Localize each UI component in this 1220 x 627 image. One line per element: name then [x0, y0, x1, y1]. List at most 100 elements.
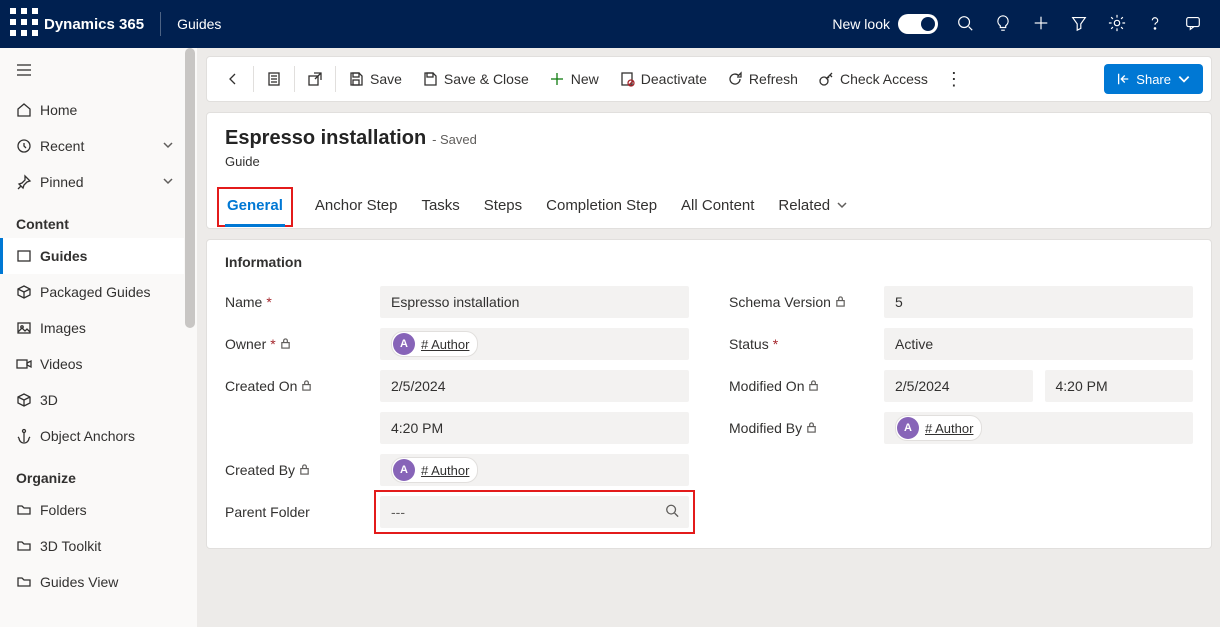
sidebar-item-packaged[interactable]: Packaged Guides: [0, 274, 184, 310]
filter-icon[interactable]: [1060, 14, 1098, 35]
modified-by-chip[interactable]: A# Author: [895, 415, 982, 441]
video-icon: [16, 356, 40, 372]
toggle-icon[interactable]: [898, 14, 938, 34]
created-on-time[interactable]: 4:20 PM: [380, 412, 689, 444]
save-close-button[interactable]: Save & Close: [412, 56, 539, 102]
new-look-toggle[interactable]: New look: [824, 14, 946, 34]
folder-icon: [16, 538, 40, 554]
tab-anchor-step[interactable]: Anchor Step: [313, 187, 400, 227]
modified-on-date[interactable]: 2/5/2024: [884, 370, 1033, 402]
tab-related[interactable]: Related: [776, 187, 850, 227]
record-save-state: - Saved: [432, 132, 477, 147]
pin-icon: [16, 174, 40, 190]
app-area[interactable]: Guides: [165, 16, 233, 32]
back-button[interactable]: [215, 56, 251, 102]
field-status: Status * Active: [729, 328, 1193, 360]
new-button[interactable]: New: [539, 56, 609, 102]
check-access-button[interactable]: Check Access: [808, 56, 938, 102]
folder-icon: [16, 502, 40, 518]
field-created-by: Created By A# Author: [225, 454, 689, 486]
sidebar-item-guides-view[interactable]: Guides View: [0, 564, 184, 600]
form-selector-button[interactable]: [256, 56, 292, 102]
sidebar-item-label: 3D Toolkit: [40, 538, 101, 554]
deactivate-button[interactable]: Deactivate: [609, 56, 717, 102]
sidebar-item-home[interactable]: Home: [0, 92, 184, 128]
tab-completion-step[interactable]: Completion Step: [544, 187, 659, 227]
tab-all-content[interactable]: All Content: [679, 187, 756, 227]
assistant-icon[interactable]: [1174, 14, 1212, 35]
chevron-down-icon: [836, 199, 848, 211]
main-area: Save Save & Close New Deactivate Refresh…: [198, 48, 1220, 627]
field-modified-by: Modified By A# Author: [729, 412, 1193, 444]
search-icon[interactable]: [665, 504, 679, 521]
sidebar-item-videos[interactable]: Videos: [0, 346, 184, 382]
home-icon: [16, 102, 40, 118]
command-overflow[interactable]: ⋮: [938, 74, 970, 84]
new-look-label: New look: [832, 16, 890, 32]
sidebar-item-label: 3D: [40, 392, 58, 408]
lightbulb-icon[interactable]: [984, 14, 1022, 35]
sidebar: Home Recent Pinned Content Guides Packag…: [0, 48, 198, 627]
save-button[interactable]: Save: [338, 56, 412, 102]
highlight-box: ---: [374, 490, 695, 534]
owner-link[interactable]: # Author: [421, 337, 469, 352]
parent-folder-lookup[interactable]: ---: [380, 496, 689, 528]
sidebar-item-guides[interactable]: Guides: [0, 238, 184, 274]
modified-by-lookup[interactable]: A# Author: [884, 412, 1193, 444]
image-icon: [16, 320, 40, 336]
field-created-on: Created On 2/5/2024 4:20 PM: [225, 370, 689, 444]
share-button[interactable]: Share: [1104, 64, 1203, 94]
tab-tasks[interactable]: Tasks: [419, 187, 461, 227]
form-section: Information Name * Espresso installation…: [206, 239, 1212, 549]
add-icon[interactable]: [1022, 14, 1060, 35]
status-input[interactable]: Active: [884, 328, 1193, 360]
chevron-down-icon: [1177, 72, 1191, 86]
chevron-down-icon[interactable]: [162, 174, 174, 190]
modified-by-link[interactable]: # Author: [925, 421, 973, 436]
chevron-down-icon[interactable]: [162, 138, 174, 154]
package-icon: [16, 284, 40, 300]
gear-icon[interactable]: [1098, 14, 1136, 35]
sidebar-item-3d[interactable]: 3D: [0, 382, 184, 418]
sidebar-item-pinned[interactable]: Pinned: [0, 164, 184, 200]
sidebar-item-toolkit[interactable]: 3D Toolkit: [0, 528, 184, 564]
sidebar-item-images[interactable]: Images: [0, 310, 184, 346]
lock-icon: [299, 462, 310, 478]
sidebar-item-label: Packaged Guides: [40, 284, 151, 300]
sidebar-heading-content: Content: [0, 200, 184, 238]
name-input[interactable]: Espresso installation: [380, 286, 689, 318]
tab-steps[interactable]: Steps: [482, 187, 524, 227]
sidebar-toggle[interactable]: [0, 48, 184, 92]
record-title: Espresso installation: [225, 127, 426, 150]
divider: [335, 66, 336, 92]
created-by-link[interactable]: # Author: [421, 463, 469, 478]
open-new-window-button[interactable]: [297, 56, 333, 102]
record-subtitle: Guide: [225, 154, 1193, 169]
anchor-icon: [16, 428, 40, 444]
created-by-chip[interactable]: A# Author: [391, 457, 478, 483]
field-schema-version: Schema Version 5: [729, 286, 1193, 318]
sidebar-item-recent[interactable]: Recent: [0, 128, 184, 164]
required-icon: *: [773, 336, 778, 352]
guide-icon: [16, 248, 40, 264]
owner-chip[interactable]: A# Author: [391, 331, 478, 357]
lock-icon: [280, 336, 291, 352]
field-parent-folder: Parent Folder ---: [225, 496, 689, 528]
created-on-date[interactable]: 2/5/2024: [380, 370, 689, 402]
created-by-lookup[interactable]: A# Author: [380, 454, 689, 486]
command-bar: Save Save & Close New Deactivate Refresh…: [206, 56, 1212, 102]
sidebar-scrollbar[interactable]: [183, 48, 197, 627]
search-icon[interactable]: [946, 14, 984, 35]
owner-lookup[interactable]: A# Author: [380, 328, 689, 360]
sidebar-item-label: Folders: [40, 502, 87, 518]
sidebar-item-folders[interactable]: Folders: [0, 492, 184, 528]
modified-on-time[interactable]: 4:20 PM: [1045, 370, 1194, 402]
refresh-button[interactable]: Refresh: [717, 56, 808, 102]
tab-general[interactable]: General: [225, 191, 285, 227]
sidebar-item-anchors[interactable]: Object Anchors: [0, 418, 184, 454]
lock-icon: [806, 420, 817, 436]
sidebar-item-label: Guides View: [40, 574, 118, 590]
app-brand[interactable]: Dynamics 365: [40, 16, 156, 33]
app-launcher-icon[interactable]: [8, 6, 40, 43]
help-icon[interactable]: [1136, 14, 1174, 35]
